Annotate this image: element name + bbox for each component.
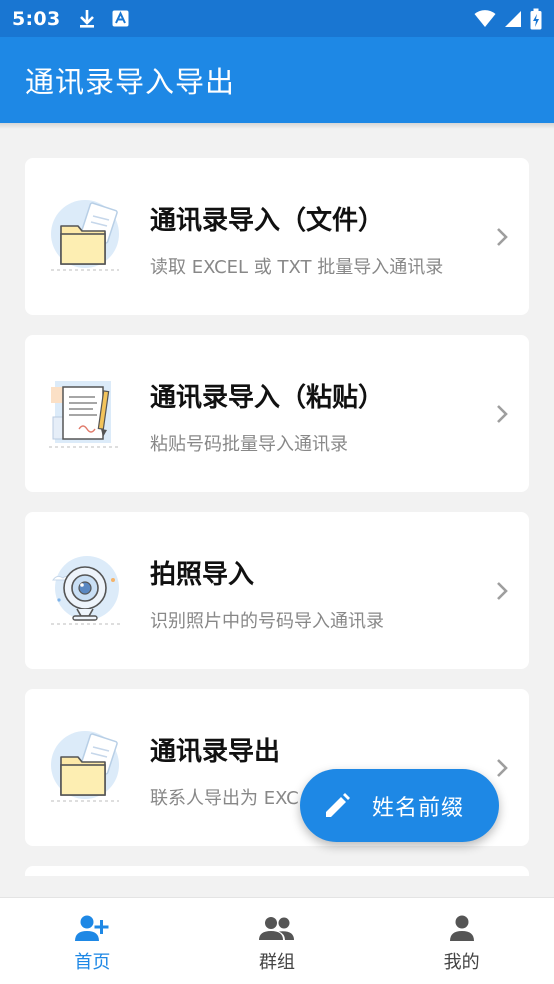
card-title: 通讯录导入（文件） — [150, 206, 385, 236]
download-icon — [80, 9, 95, 28]
paste-document-icon — [49, 381, 121, 448]
person-add-icon — [75, 915, 109, 941]
wifi-icon — [474, 9, 496, 27]
person-icon — [449, 915, 474, 941]
nav-item-groups[interactable]: 群组 — [185, 898, 370, 984]
nav-label: 首页 — [74, 952, 111, 973]
nav-label: 我的 — [443, 952, 480, 973]
fab-label: 姓名前缀 — [372, 795, 465, 821]
page-title: 通讯录导入导出 — [25, 65, 236, 99]
group-icon — [259, 917, 294, 940]
card-subtitle: 粘贴号码批量导入通讯录 — [150, 434, 348, 455]
card-subtitle: 识别照片中的号码导入通讯录 — [150, 611, 384, 632]
card-photo-import[interactable]: 拍照导入 识别照片中的号码导入通讯录 — [25, 512, 529, 669]
card-partial[interactable] — [25, 866, 529, 876]
status-time: 5:03 — [12, 7, 61, 30]
app-bar: 通讯录导入导出 — [0, 37, 554, 123]
card-subtitle: 联系人导出为 EXC — [150, 788, 299, 809]
chevron-right-icon — [497, 759, 508, 777]
card-title: 通讯录导出 — [150, 737, 281, 767]
card-title: 拍照导入 — [150, 560, 255, 590]
chevron-right-icon — [497, 582, 508, 600]
nav-label: 群组 — [259, 952, 295, 973]
nav-item-home[interactable]: 首页 — [0, 898, 185, 984]
card-import-paste[interactable]: 通讯录导入（粘贴） 粘贴号码批量导入通讯录 — [25, 335, 529, 492]
name-prefix-fab[interactable]: 姓名前缀 — [300, 769, 499, 842]
folder-icon — [51, 731, 119, 802]
signal-icon — [505, 10, 521, 27]
nav-item-me[interactable]: 我的 — [369, 898, 554, 984]
app-bar-shadow — [0, 123, 554, 129]
camera-icon — [51, 556, 121, 625]
chevron-right-icon — [497, 405, 508, 423]
bottom-nav: 首页 群组 我的 — [0, 897, 554, 984]
chevron-right-icon — [497, 228, 508, 246]
pencil-icon — [326, 792, 350, 817]
card-subtitle: 读取 EXCEL 或 TXT 批量导入通讯录 — [150, 257, 444, 278]
battery-charging-icon — [530, 8, 542, 29]
app-a-icon — [112, 10, 129, 27]
folder-icon — [51, 200, 119, 271]
status-bar: 5:03 — [0, 0, 554, 37]
card-import-file[interactable]: 通讯录导入（文件） 读取 EXCEL 或 TXT 批量导入通讯录 — [25, 158, 529, 315]
card-title: 通讯录导入（粘贴） — [150, 383, 385, 413]
